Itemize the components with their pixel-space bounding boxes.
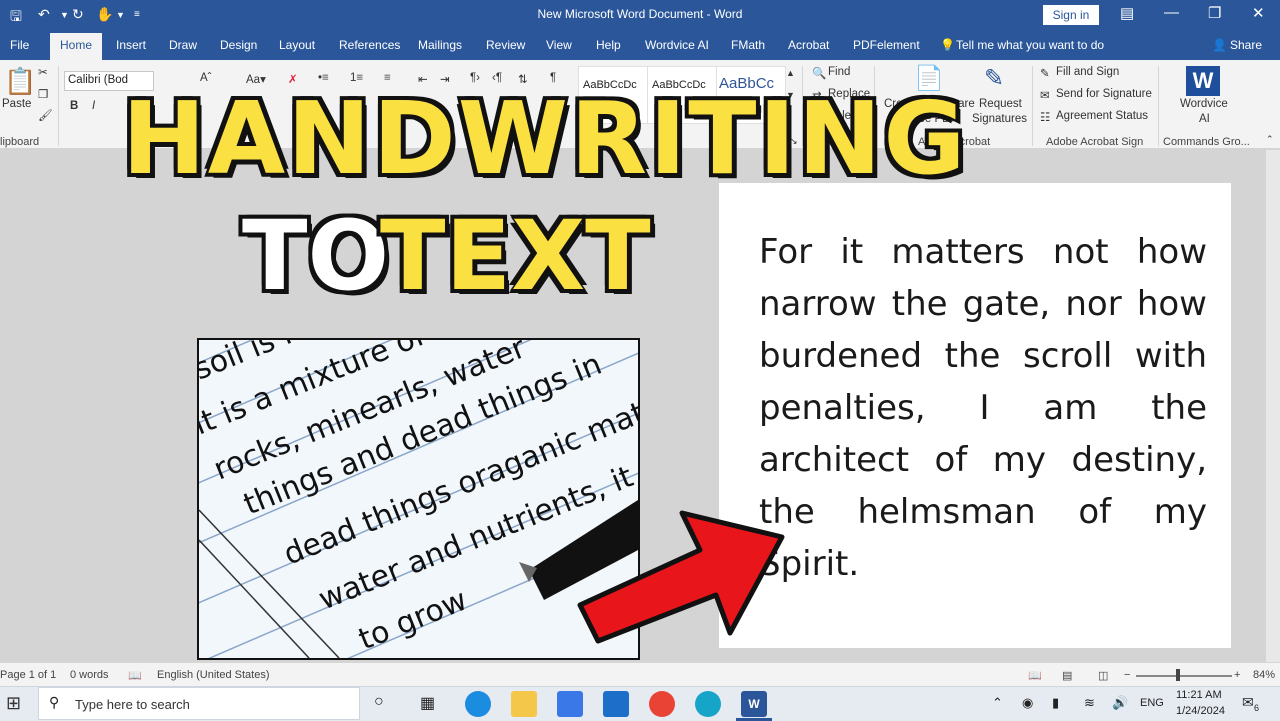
ribbon-display-icon[interactable]: ▤	[1120, 4, 1134, 22]
meet-icon[interactable]: ◉	[1022, 695, 1033, 711]
tab-help[interactable]: Help	[596, 38, 621, 52]
language-status[interactable]: English (United States)	[157, 669, 270, 681]
web-layout-icon[interactable]: ◫	[1098, 669, 1108, 682]
vertical-scrollbar[interactable]	[1266, 150, 1280, 662]
tab-wordvice-ai[interactable]: Wordvice AI	[645, 38, 709, 52]
send-signature-icon: ✉	[1040, 90, 1050, 102]
chrome-icon[interactable]	[649, 691, 675, 717]
network-icon[interactable]: ≋	[1084, 695, 1095, 711]
tab-draw[interactable]: Draw	[169, 38, 197, 52]
zoom-out-icon[interactable]: −	[1124, 669, 1130, 681]
tab-mailings[interactable]: Mailings	[418, 38, 462, 52]
tab-file[interactable]: File	[10, 38, 29, 52]
zoom-slider-thumb[interactable]	[1176, 669, 1180, 681]
tab-fmath[interactable]: FMath	[731, 38, 765, 52]
zoom-in-icon[interactable]: +	[1234, 669, 1240, 681]
lightbulb-icon: 💡	[940, 38, 955, 52]
fill-and-sign-button[interactable]: Fill and Sign	[1056, 66, 1119, 78]
title-bar: 🖫 ↶ ▼ ↻ ✋ ▼ ≡ New Microsoft Word Documen…	[0, 0, 1280, 30]
headline-text: TEXT	[379, 199, 653, 314]
proofing-icon[interactable]: 📖	[128, 669, 142, 682]
notification-icon[interactable]: ✉	[1242, 694, 1254, 711]
task-view-icon[interactable]: ▦	[420, 693, 435, 713]
copilot-icon[interactable]	[695, 691, 721, 717]
red-arrow-icon	[577, 510, 785, 644]
format-painter-icon[interactable]: 🖌	[38, 108, 53, 122]
tab-references[interactable]: References	[339, 38, 400, 52]
clock-date[interactable]: 1/24/2024	[1176, 705, 1225, 717]
request-signatures-button[interactable]: Request	[979, 98, 1022, 110]
search-icon: ⚲	[49, 694, 60, 710]
find-button[interactable]: Find	[828, 66, 850, 78]
italic-button[interactable]: I	[92, 100, 95, 112]
store-icon[interactable]	[557, 691, 583, 717]
styles-scroll-up-icon[interactable]: ▲	[786, 68, 795, 78]
search-placeholder: Type here to search	[75, 697, 190, 712]
find-icon: 🔍	[812, 68, 827, 80]
mail-icon[interactable]	[603, 691, 629, 717]
file-explorer-icon[interactable]	[511, 691, 537, 717]
battery-icon[interactable]: ▮	[1052, 695, 1059, 711]
windows-start-icon[interactable]: ⊞	[6, 693, 21, 714]
commands-group-label: Commands Gro...	[1163, 136, 1250, 148]
status-bar: Page 1 of 1 0 words 📖 English (United St…	[0, 662, 1280, 687]
tab-review[interactable]: Review	[486, 38, 525, 52]
tab-home[interactable]: Home	[50, 33, 103, 61]
request-signatures-icon[interactable]: ✎	[984, 64, 1004, 93]
signatures-label: Signatures	[972, 113, 1027, 125]
read-mode-icon[interactable]: 📖	[1028, 669, 1042, 682]
wordvice-ai-label: AI	[1199, 113, 1210, 125]
collapse-ribbon-icon[interactable]: ⌃	[1266, 134, 1274, 145]
close-button[interactable]: ✕	[1252, 4, 1265, 22]
font-name-value: Calibri (Bod	[68, 74, 129, 86]
tab-layout[interactable]: Layout	[279, 38, 315, 52]
agreement-status-button[interactable]: Agreement Status	[1056, 110, 1148, 122]
fill-sign-icon: ✎	[1040, 68, 1050, 80]
tab-insert[interactable]: Insert	[116, 38, 146, 52]
tab-view[interactable]: View	[546, 38, 572, 52]
clock-time[interactable]: 11:21 AM	[1176, 689, 1222, 701]
input-language[interactable]: ENG	[1140, 697, 1164, 709]
ribbon-tabs: File Home Insert Draw Design Layout Refe…	[0, 30, 1280, 61]
taskbar-search-box[interactable]: ⚲ Type here to search	[38, 687, 360, 720]
agreement-status-icon: ☷	[1040, 112, 1051, 124]
cortana-icon[interactable]: ○	[374, 693, 384, 711]
send-for-signature-button[interactable]: Send for Signature	[1056, 88, 1152, 100]
cut-icon[interactable]: ✂	[38, 65, 48, 79]
word-taskbar-icon[interactable]: W	[741, 691, 767, 717]
tab-pdfelement[interactable]: PDFelement	[853, 38, 920, 52]
print-layout-icon[interactable]: ▤	[1062, 669, 1072, 682]
minimize-button[interactable]: —	[1164, 4, 1179, 21]
paste-icon[interactable]: 📋	[4, 66, 36, 97]
wordvice-ai-button[interactable]: Wordvice	[1180, 98, 1228, 110]
word-count[interactable]: 0 words	[70, 669, 109, 681]
headline-to: TO	[240, 199, 390, 314]
wordvice-logo-icon[interactable]: W	[1186, 66, 1220, 96]
notification-count: 6	[1254, 703, 1260, 713]
bold-button[interactable]: B	[70, 100, 78, 112]
document-body-text[interactable]: For it matters not how narrow the gate, …	[759, 226, 1207, 590]
volume-icon[interactable]: 🔊	[1112, 695, 1128, 711]
page-count[interactable]: Page 1 of 1	[0, 669, 56, 681]
share-icon: 👤	[1212, 38, 1227, 52]
maximize-button[interactable]: ❐	[1208, 4, 1221, 22]
tray-chevron-icon[interactable]: ⌃	[992, 695, 1003, 711]
tell-me-input[interactable]: Tell me what you want to do	[956, 38, 1104, 52]
sign-in-button[interactable]: Sign in	[1043, 5, 1099, 25]
headline-line-1: HANDWRITING	[121, 79, 968, 199]
edge-icon[interactable]	[465, 691, 491, 717]
clipboard-group-label: lipboard	[0, 136, 40, 148]
acrobat-sign-group-label: Adobe Acrobat Sign	[1046, 136, 1144, 148]
tab-acrobat[interactable]: Acrobat	[788, 38, 829, 52]
zoom-level[interactable]: 84%	[1253, 669, 1275, 681]
zoom-slider[interactable]	[1136, 675, 1232, 677]
tab-design[interactable]: Design	[220, 38, 257, 52]
copy-icon[interactable]: ❐	[38, 87, 48, 101]
share-button[interactable]: Share	[1230, 38, 1262, 52]
paste-button[interactable]: Paste	[2, 98, 31, 110]
